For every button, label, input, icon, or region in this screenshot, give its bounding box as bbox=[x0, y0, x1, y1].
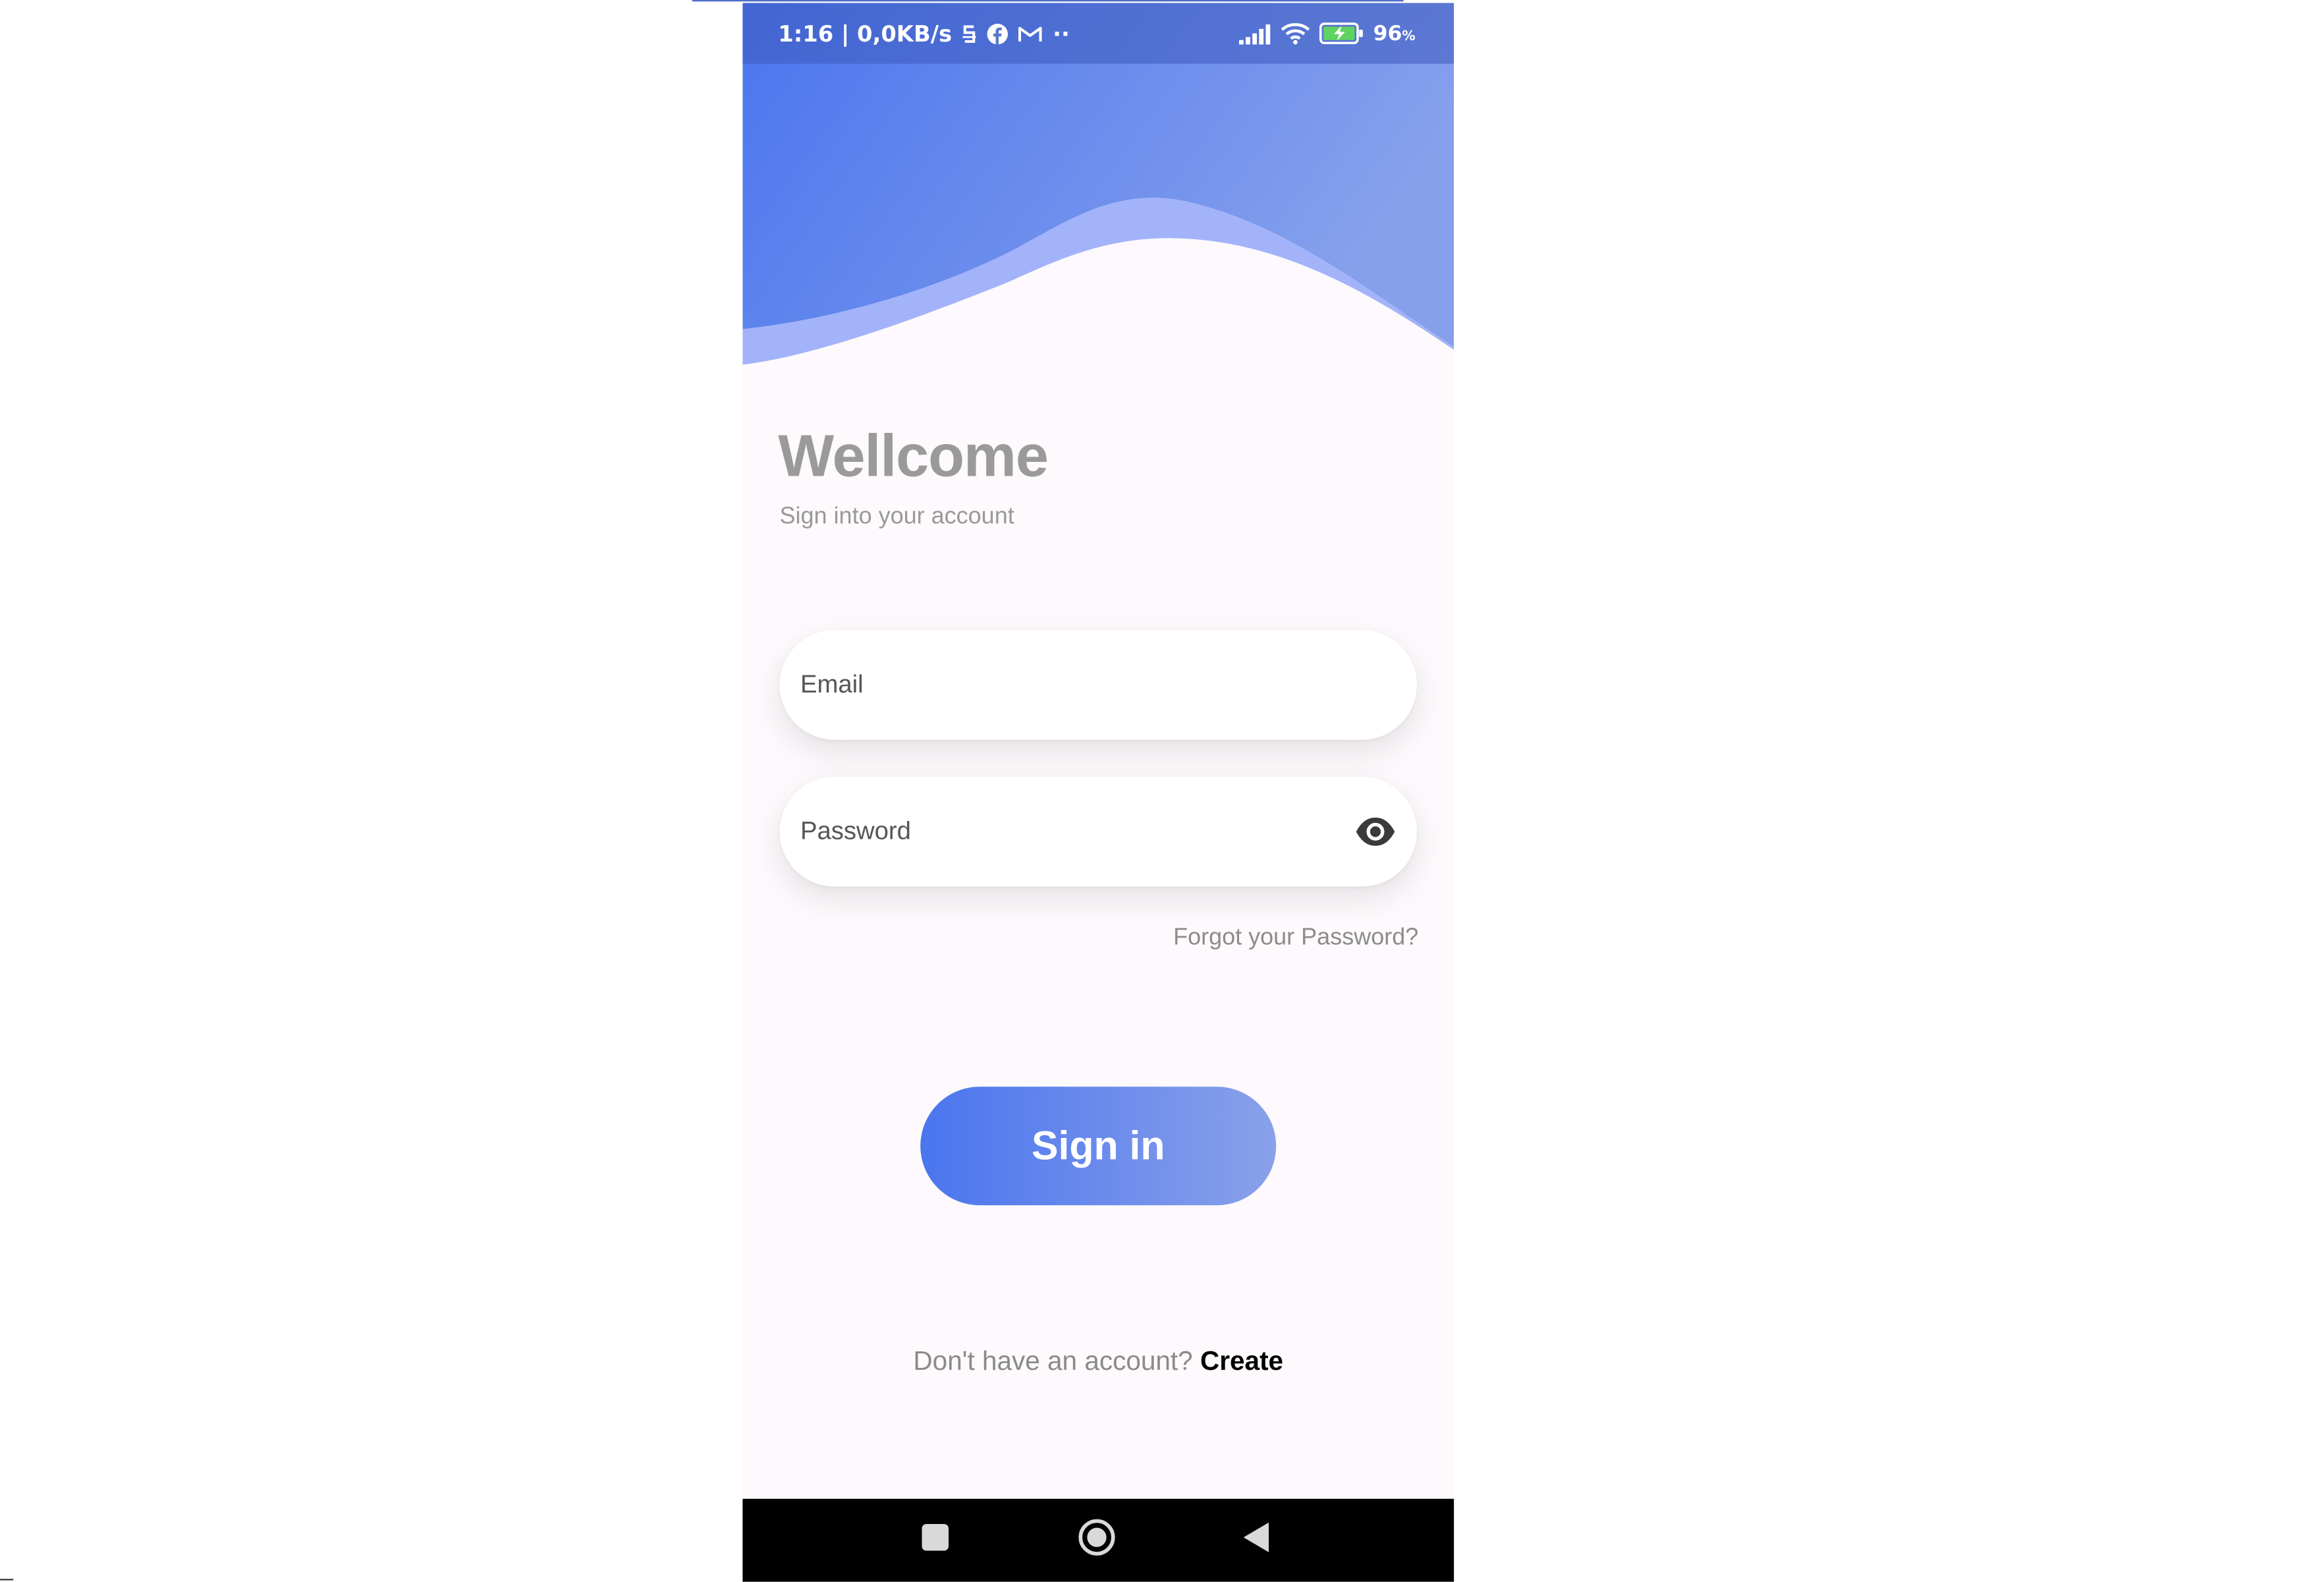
facebook-icon bbox=[987, 22, 1009, 44]
eye-icon[interactable] bbox=[1355, 812, 1397, 851]
top-edge-line bbox=[692, 0, 1404, 2]
gmail-icon bbox=[1018, 24, 1043, 42]
battery-percent-unit: % bbox=[1402, 28, 1416, 44]
s-app-icon bbox=[962, 23, 978, 44]
password-field[interactable] bbox=[800, 777, 1349, 887]
back-button[interactable] bbox=[1227, 1499, 1286, 1582]
battery-percent-value: 96 bbox=[1373, 21, 1402, 45]
signal-icon bbox=[1240, 23, 1273, 44]
time-network-speed: 1:16 | 0,0KB/s bbox=[778, 20, 953, 47]
home-button[interactable] bbox=[1067, 1499, 1126, 1582]
navigation-bar bbox=[742, 1498, 1454, 1582]
status-bar-right: 96% bbox=[1240, 3, 1416, 64]
forgot-password-link[interactable]: Forgot your Password? bbox=[1173, 925, 1418, 952]
status-bar: 1:16 | 0,0KB/s ·· 96% bbox=[742, 3, 1454, 64]
signup-prompt-text: Don't have an account? bbox=[913, 1346, 1193, 1376]
email-field[interactable] bbox=[800, 630, 1349, 740]
page-subtitle: Sign into your account bbox=[779, 504, 1014, 530]
more-icon: ·· bbox=[1053, 20, 1070, 47]
email-field-container bbox=[779, 630, 1417, 740]
screenshot-canvas: 1:16 | 0,0KB/s ·· 96% Wellcome Sign into… bbox=[0, 0, 2324, 1582]
home-icon bbox=[1078, 1517, 1117, 1564]
phone-screen: 1:16 | 0,0KB/s ·· 96% Wellcome Sign into… bbox=[742, 3, 1454, 1582]
status-bar-left: 1:16 | 0,0KB/s ·· bbox=[778, 3, 1070, 64]
recents-icon bbox=[922, 1523, 949, 1558]
signup-prompt-row: Don't have an account? Create bbox=[742, 1346, 1454, 1377]
password-field-container bbox=[779, 777, 1417, 887]
sign-in-button[interactable]: Sign in bbox=[920, 1087, 1277, 1206]
back-icon bbox=[1243, 1521, 1271, 1559]
battery-charging-icon bbox=[1320, 22, 1365, 45]
create-account-link[interactable]: Create bbox=[1200, 1346, 1283, 1376]
battery-percent: 96% bbox=[1373, 22, 1416, 45]
wifi-icon bbox=[1281, 22, 1311, 45]
recents-button[interactable] bbox=[906, 1499, 965, 1582]
corner-mark bbox=[0, 1579, 14, 1581]
page-title: Wellcome bbox=[778, 424, 1049, 490]
